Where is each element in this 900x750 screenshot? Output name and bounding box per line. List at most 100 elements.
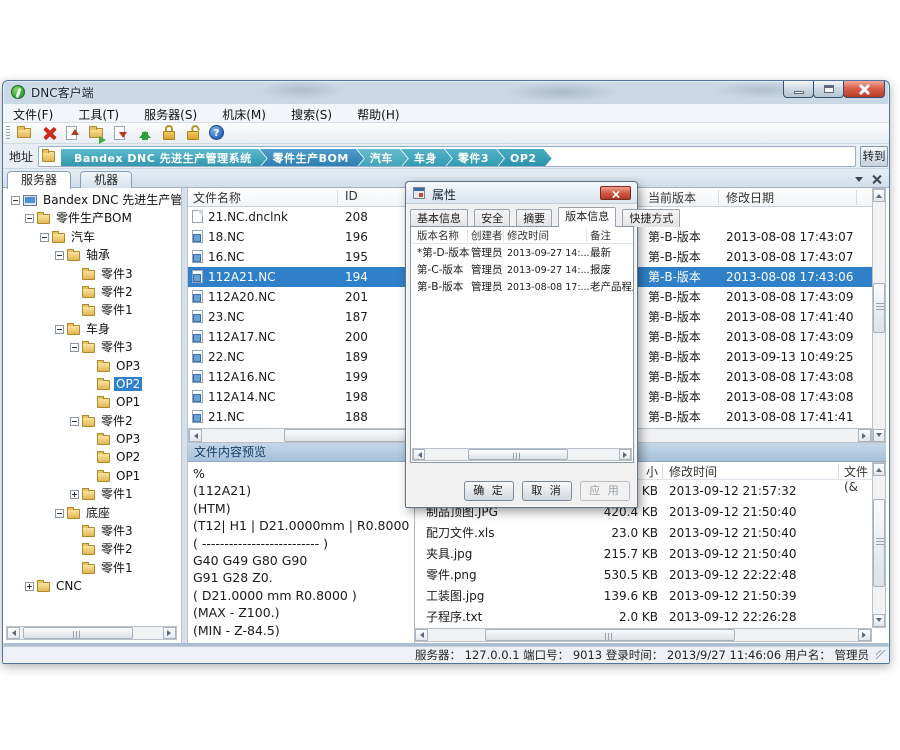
tree-item[interactable]: 零件3 <box>70 522 135 540</box>
scroll-right-icon[interactable] <box>858 429 871 442</box>
expand-icon[interactable] <box>25 582 34 591</box>
scroll-right-icon[interactable] <box>858 629 871 641</box>
tree-item-selected[interactable]: OP2 <box>85 375 142 393</box>
tree-item-root[interactable]: Bandex DNC 先进生产管理系统 <box>11 191 181 209</box>
expand-icon[interactable] <box>70 490 79 499</box>
collapse-icon[interactable] <box>70 343 79 352</box>
tree-item[interactable]: 零件1 <box>70 485 135 503</box>
tree-item[interactable]: 底座 <box>55 504 112 522</box>
tree-item[interactable]: 零件2 <box>70 412 135 430</box>
tree-item[interactable]: CNC <box>25 577 84 595</box>
menu-search[interactable]: 搜索(S) <box>281 104 342 123</box>
dialog-h-scrollbar[interactable] <box>412 448 632 461</box>
menu-machine[interactable]: 机床(M) <box>212 104 276 123</box>
scroll-up-icon[interactable] <box>873 463 885 476</box>
close-button[interactable] <box>843 81 885 98</box>
scroll-thumb[interactable] <box>468 449 568 460</box>
dialog-close-button[interactable] <box>600 186 631 200</box>
menu-file[interactable]: 文件(F) <box>3 104 63 123</box>
tree-item[interactable]: 车身 <box>55 320 112 338</box>
scroll-right-icon[interactable] <box>619 449 631 460</box>
tab-security[interactable]: 安全 <box>474 209 510 227</box>
breadcrumb-bom[interactable]: 零件生产BOM <box>260 149 364 167</box>
collapse-icon[interactable] <box>55 325 64 334</box>
tree-h-scrollbar[interactable] <box>6 626 177 640</box>
breadcrumb-auto[interactable]: 汽车 <box>357 149 408 167</box>
open-folder-icon[interactable] <box>87 124 107 142</box>
column-version-name[interactable]: 版本名称 <box>417 228 459 243</box>
collapse-icon[interactable] <box>55 251 64 260</box>
tree-item[interactable]: 零件2 <box>70 283 135 301</box>
upload-arrow-icon[interactable] <box>135 124 155 142</box>
tree-item[interactable]: OP3 <box>85 357 142 375</box>
version-row[interactable]: *第-D-版本 管理员 2013-09-27 14:... 最新 <box>411 245 633 262</box>
attachment-row[interactable]: 子程序.txt2.0 KB2013-09-12 22:26:28 <box>415 607 872 628</box>
tab-basic-info[interactable]: 基本信息 <box>410 209 468 227</box>
tree-item[interactable]: 零件3 <box>70 338 135 356</box>
scroll-thumb[interactable] <box>873 283 885 333</box>
scroll-up-icon[interactable] <box>873 189 885 202</box>
checkout-file-icon[interactable] <box>63 124 83 142</box>
tab-machine[interactable]: 机器 <box>80 171 132 188</box>
version-row[interactable]: 第-B-版本 管理员 2013-08-08 17:... 老产品程序 <box>411 279 633 296</box>
apply-button[interactable]: 应 用 <box>580 481 630 501</box>
breadcrumb-part3[interactable]: 零件3 <box>445 149 504 167</box>
attachment-row[interactable]: 零件.png530.5 KB2013-09-12 22:22:48 <box>415 565 872 586</box>
help-icon[interactable] <box>207 124 227 142</box>
scroll-thumb[interactable] <box>873 499 885 587</box>
address-input[interactable]: Bandex DNC 先进生产管理系统零件生产BOM汽车车身零件3OP2 <box>38 146 856 167</box>
breadcrumb-root[interactable]: Bandex DNC 先进生产管理系统 <box>61 149 267 167</box>
tree-item[interactable]: 零件1 <box>70 559 135 577</box>
tab-summary[interactable]: 摘要 <box>516 209 552 227</box>
tree-item[interactable]: OP1 <box>85 393 142 411</box>
pane-menu-icon[interactable] <box>855 174 867 184</box>
collapse-icon[interactable] <box>11 196 20 205</box>
column-modified-time[interactable]: 修改时间 <box>669 463 717 480</box>
folder-icon[interactable] <box>15 124 35 142</box>
tree-item[interactable]: OP2 <box>85 448 142 466</box>
scroll-left-icon[interactable] <box>415 629 428 641</box>
column-remark[interactable]: 备注 <box>590 228 611 243</box>
lock-icon[interactable] <box>159 124 179 142</box>
scroll-right-icon[interactable] <box>163 627 176 639</box>
collapse-icon[interactable] <box>25 214 34 223</box>
menu-tools[interactable]: 工具(T) <box>68 104 129 123</box>
column-modified-time[interactable]: 修改时间 <box>507 228 549 243</box>
column-file-name[interactable]: 文件名称 <box>193 189 241 206</box>
tree-item[interactable]: 汽车 <box>40 228 97 246</box>
scroll-down-icon[interactable] <box>873 429 885 442</box>
delete-icon[interactable] <box>39 124 59 142</box>
attachment-row[interactable]: 夹具.jpg215.7 KB2013-09-12 21:50:40 <box>415 544 872 565</box>
menu-help[interactable]: 帮助(H) <box>347 104 409 123</box>
menu-server[interactable]: 服务器(S) <box>134 104 207 123</box>
splitter[interactable] <box>181 188 188 643</box>
scroll-left-icon[interactable] <box>413 449 425 460</box>
dialog-titlebar[interactable]: 属性 <box>406 182 637 204</box>
go-button[interactable]: 转到 <box>860 146 888 167</box>
attachment-row[interactable]: 工装图.jpg139.6 KB2013-09-12 21:50:39 <box>415 586 872 607</box>
attachments-h-scrollbar[interactable] <box>414 628 872 642</box>
column-modified-date[interactable]: 修改日期 <box>726 189 774 206</box>
tab-shortcut[interactable]: 快捷方式 <box>622 209 680 227</box>
breadcrumb-body[interactable]: 车身 <box>401 149 452 167</box>
file-list-v-scrollbar[interactable] <box>872 188 886 443</box>
toolbar-grip[interactable] <box>6 126 10 141</box>
tree-item[interactable]: 轴承 <box>55 246 112 264</box>
minimize-button[interactable] <box>783 81 814 98</box>
attachment-row[interactable]: 配刀文件.xls23.0 KB2013-09-12 21:50:40 <box>415 523 872 544</box>
scroll-thumb[interactable] <box>23 627 133 639</box>
tree-item[interactable]: 零件2 <box>70 540 135 558</box>
scroll-down-icon[interactable] <box>873 614 885 627</box>
column-current-version[interactable]: 当前版本 <box>648 189 696 206</box>
tree-item[interactable]: 零件1 <box>70 301 135 319</box>
tree-item[interactable]: 零件生产BOM <box>25 209 134 227</box>
collapse-icon[interactable] <box>55 509 64 518</box>
tree-item[interactable]: OP1 <box>85 467 142 485</box>
collapse-icon[interactable] <box>40 233 49 242</box>
scroll-left-icon[interactable] <box>7 627 20 639</box>
version-row[interactable]: 第-C-版本 管理员 2013-09-27 14:... 报废 <box>411 262 633 279</box>
attachments-v-scrollbar[interactable] <box>872 462 886 628</box>
breadcrumb-op2[interactable]: OP2 <box>497 149 552 167</box>
collapse-icon[interactable] <box>70 417 79 426</box>
resize-grip-icon[interactable] <box>876 650 886 660</box>
